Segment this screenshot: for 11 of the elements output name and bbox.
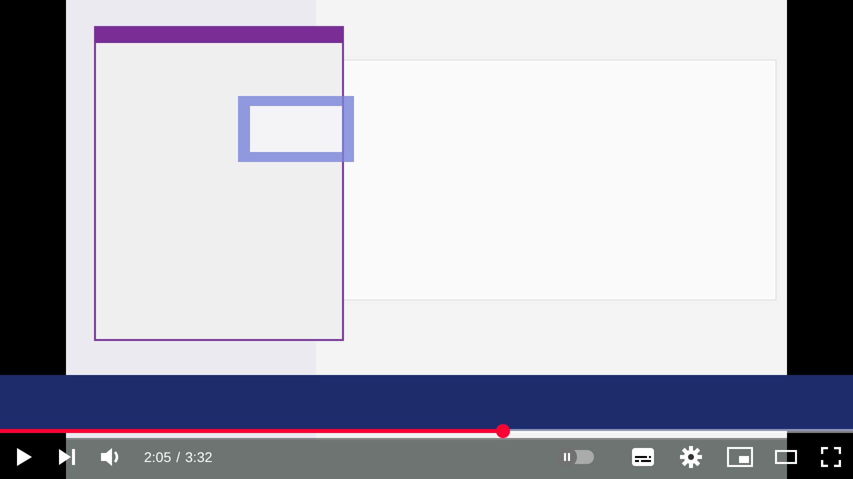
time-separator: / [176,448,180,466]
pause-icon [563,453,571,461]
current-time: 2:05 [144,448,172,466]
next-button[interactable] [58,447,76,467]
theater-mode-button[interactable] [775,449,797,465]
progress-track[interactable] [0,429,853,433]
subtitles-button[interactable] [631,445,655,469]
miniplayer-button[interactable] [727,446,753,468]
settings-icon[interactable] [679,445,703,469]
fullscreen-button[interactable] [821,447,841,467]
duration-time: 3:32 [185,448,212,466]
